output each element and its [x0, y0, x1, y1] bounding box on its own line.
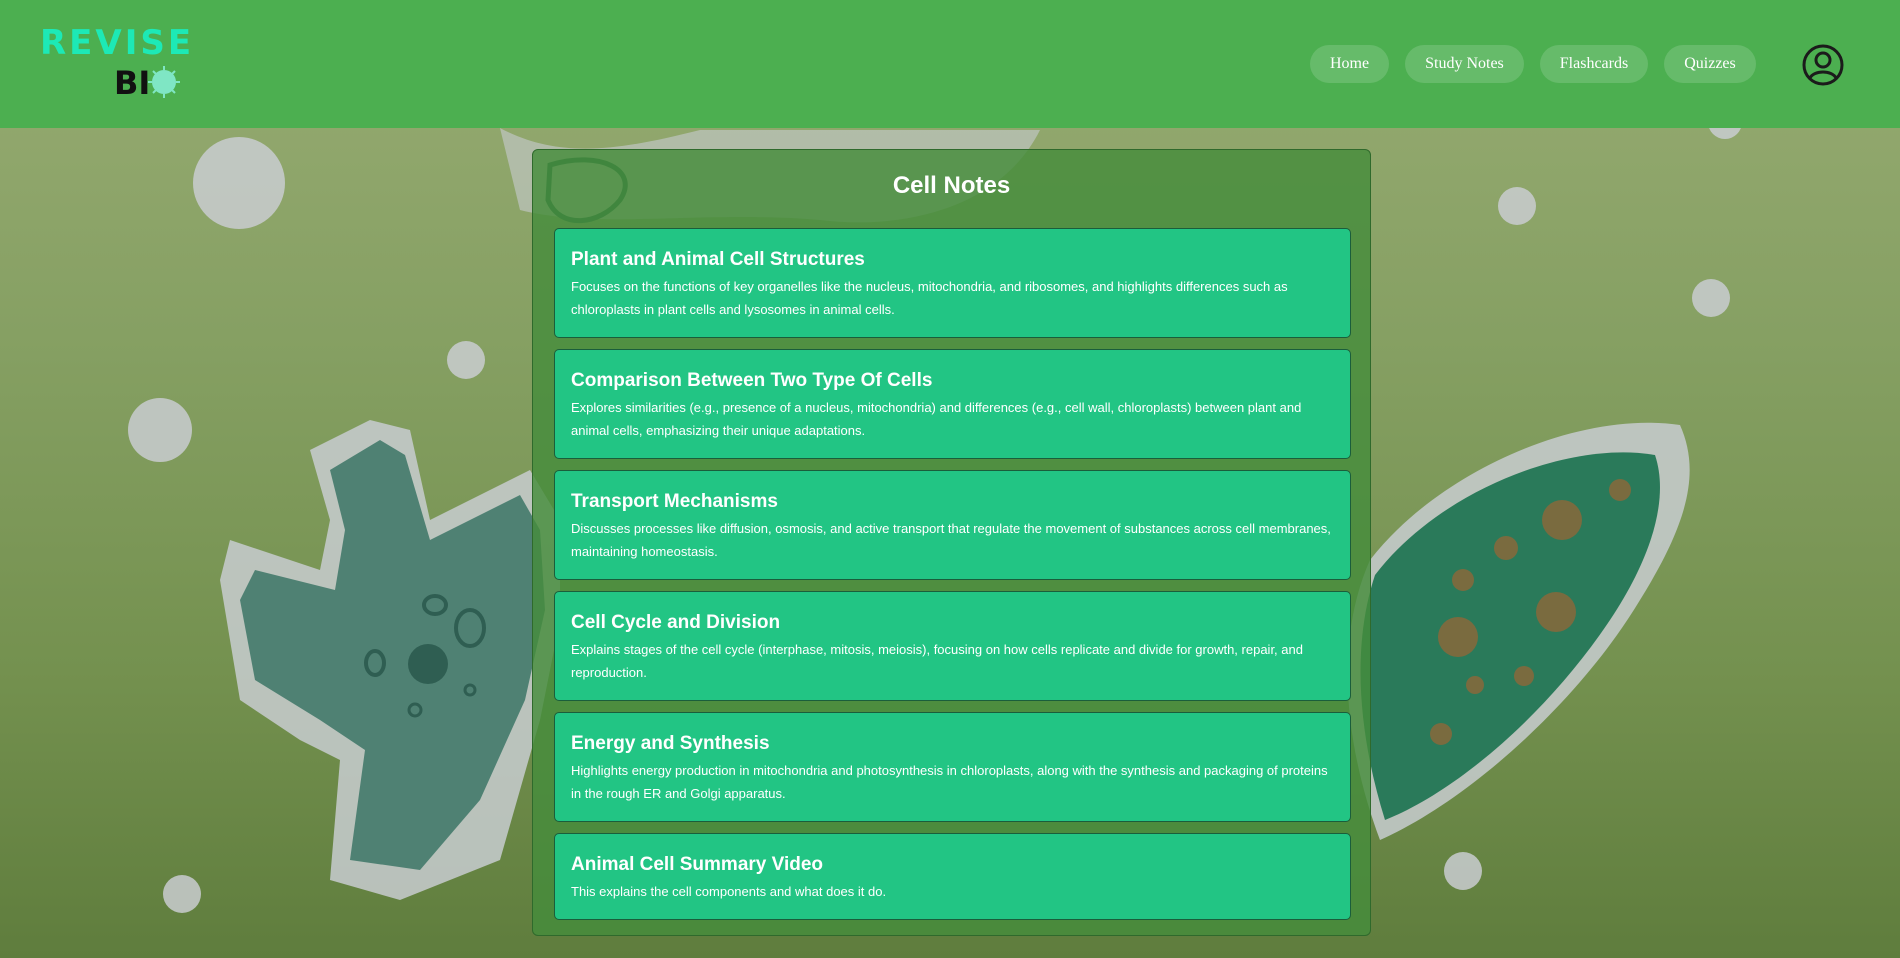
note-card-cell-cycle[interactable]: Cell Cycle and Division Explains stages … [554, 591, 1351, 701]
nav-study-notes[interactable]: Study Notes [1405, 45, 1524, 83]
note-card-title: Animal Cell Summary Video [571, 854, 824, 875]
main-nav: Home Study Notes Flashcards Quizzes [1310, 45, 1756, 83]
user-circle-icon[interactable] [1801, 43, 1845, 87]
top-navbar: REVISE BI Home Study Notes Flashcards Qu… [0, 0, 1900, 128]
note-card-description: Focuses on the functions of key organell… [571, 279, 1288, 317]
note-card-comparison[interactable]: Comparison Between Two Type Of Cells Exp… [554, 349, 1351, 459]
note-card-title: Comparison Between Two Type Of Cells [571, 370, 933, 391]
logo-bottom-text: BI [114, 64, 150, 100]
nav-home[interactable]: Home [1310, 45, 1390, 83]
note-card-description: This explains the cell components and wh… [571, 884, 887, 899]
note-card-description: Discusses processes like diffusion, osmo… [571, 521, 1331, 559]
note-card-summary-video[interactable]: Animal Cell Summary Video This explains … [554, 833, 1351, 920]
note-card-description: Explores similarities (e.g., presence of… [571, 400, 1302, 438]
notes-list: Plant and Animal Cell Structures Focuses… [554, 228, 1351, 931]
note-card-title: Energy and Synthesis [571, 733, 770, 754]
note-card-title: Plant and Animal Cell Structures [571, 249, 865, 270]
note-card-title: Cell Cycle and Division [571, 612, 781, 633]
nav-flashcards[interactable]: Flashcards [1539, 45, 1649, 83]
page-title: Cell Notes [892, 172, 1011, 199]
virus-icon [148, 66, 180, 98]
nav-quizzes[interactable]: Quizzes [1664, 45, 1756, 83]
note-card-transport[interactable]: Transport Mechanisms Discusses processes… [554, 470, 1351, 580]
note-card-description: Highlights energy production in mitochon… [571, 763, 1328, 801]
note-card-cell-structures[interactable]: Plant and Animal Cell Structures Focuses… [554, 228, 1351, 338]
note-card-energy[interactable]: Energy and Synthesis Highlights energy p… [554, 712, 1351, 822]
cell-notes-panel: Cell Notes Plant and Animal Cell Structu… [532, 149, 1371, 936]
note-card-title: Transport Mechanisms [571, 491, 778, 512]
revise-bio-logo[interactable]: REVISE BI [40, 20, 190, 100]
note-card-description: Explains stages of the cell cycle (inter… [571, 642, 1303, 680]
logo-top-text: REVISE [40, 23, 190, 63]
